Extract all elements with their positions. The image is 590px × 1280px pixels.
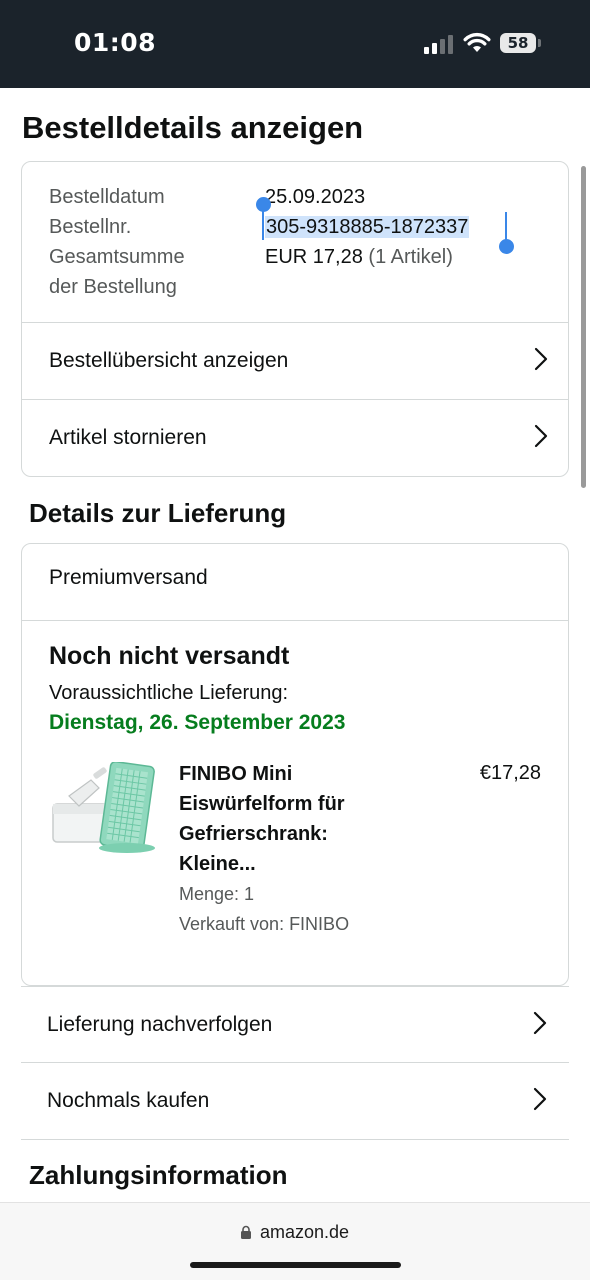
shipment-status: Noch nicht versandt	[49, 642, 290, 670]
selection-start-line	[262, 206, 264, 240]
track-delivery-label: Lieferung nachverfolgen	[47, 1012, 273, 1036]
chevron-right-icon	[534, 424, 548, 448]
product-title[interactable]: FINIBO Mini Eiswürfelform für Gefriersch…	[179, 759, 409, 879]
selected-order-number[interactable]: 305-9318885-1872337	[265, 216, 470, 238]
chevron-right-icon	[534, 347, 548, 371]
scrollbar[interactable]	[581, 166, 586, 488]
buy-again-row[interactable]: Nochmals kaufen	[21, 1063, 569, 1140]
cancel-items-row[interactable]: Artikel stornieren	[22, 399, 568, 476]
status-bar: 01:08 58	[0, 0, 590, 88]
view-order-summary-label: Bestellübersicht anzeigen	[49, 349, 289, 372]
payment-heading: Zahlungsinformation	[29, 1160, 288, 1190]
browser-url-bar[interactable]: amazon.de	[0, 1202, 590, 1280]
track-delivery-row[interactable]: Lieferung nachverfolgen	[21, 986, 569, 1063]
battery-nub	[538, 39, 541, 47]
battery-level: 58	[507, 34, 529, 52]
page-title: Bestelldetails anzeigen	[22, 110, 364, 145]
order-total-amount: EUR 17,28	[265, 246, 363, 268]
order-total-value: EUR 17,28 (1 Artikel)	[265, 242, 453, 272]
order-date-value[interactable]: 25.09.2023	[265, 182, 365, 212]
clock: 01:08	[74, 28, 157, 57]
product-quantity: Menge: 1	[179, 884, 255, 904]
expected-delivery-label: Voraussichtliche Lieferung:	[49, 682, 289, 704]
chevron-right-icon	[533, 1011, 547, 1035]
product-seller: Verkauft von: FINIBO	[179, 914, 350, 934]
view-order-summary-row[interactable]: Bestellübersicht anzeigen	[22, 322, 568, 399]
selection-end-handle[interactable]	[499, 239, 514, 254]
battery-icon: 58	[500, 33, 536, 53]
order-number-value[interactable]: 305-9318885-1872337	[265, 212, 470, 242]
chevron-right-icon	[533, 1087, 547, 1111]
order-date-label: Bestelldatum	[49, 186, 165, 208]
url-text[interactable]: amazon.de	[260, 1222, 349, 1243]
expected-delivery-date: Dienstag, 26. September 2023	[49, 711, 346, 734]
order-total-label-line1: Gesamtsumme	[49, 246, 185, 268]
product-title-line: Eiswürfelform für	[179, 793, 345, 815]
buy-again-label: Nochmals kaufen	[47, 1089, 210, 1112]
order-number-label: Bestellnr.	[49, 216, 132, 238]
order-summary-card: Bestelldatum 25.09.2023 Bestellnr. 305-9…	[21, 161, 569, 477]
lock-icon	[241, 1225, 251, 1239]
wifi-icon	[463, 32, 491, 52]
home-indicator[interactable]	[190, 1262, 401, 1268]
order-total-items: (1 Artikel)	[368, 246, 453, 268]
cancel-items-label: Artikel stornieren	[49, 426, 207, 449]
signal-icon	[424, 34, 454, 54]
delivery-card: Premiumversand Noch nicht versandt Vorau…	[21, 543, 569, 986]
delivery-heading: Details zur Lieferung	[29, 498, 287, 528]
product-image[interactable]	[49, 762, 159, 856]
divider	[22, 620, 568, 621]
product-title-line: Kleine...	[179, 853, 256, 875]
product-title-line: Gefrierschrank:	[179, 823, 328, 845]
product-title-line: FINIBO Mini	[179, 763, 293, 785]
order-total-label-line2: der Bestellung	[49, 276, 177, 298]
product-price: €17,28	[479, 762, 541, 784]
shipping-method: Premiumversand	[49, 566, 208, 589]
